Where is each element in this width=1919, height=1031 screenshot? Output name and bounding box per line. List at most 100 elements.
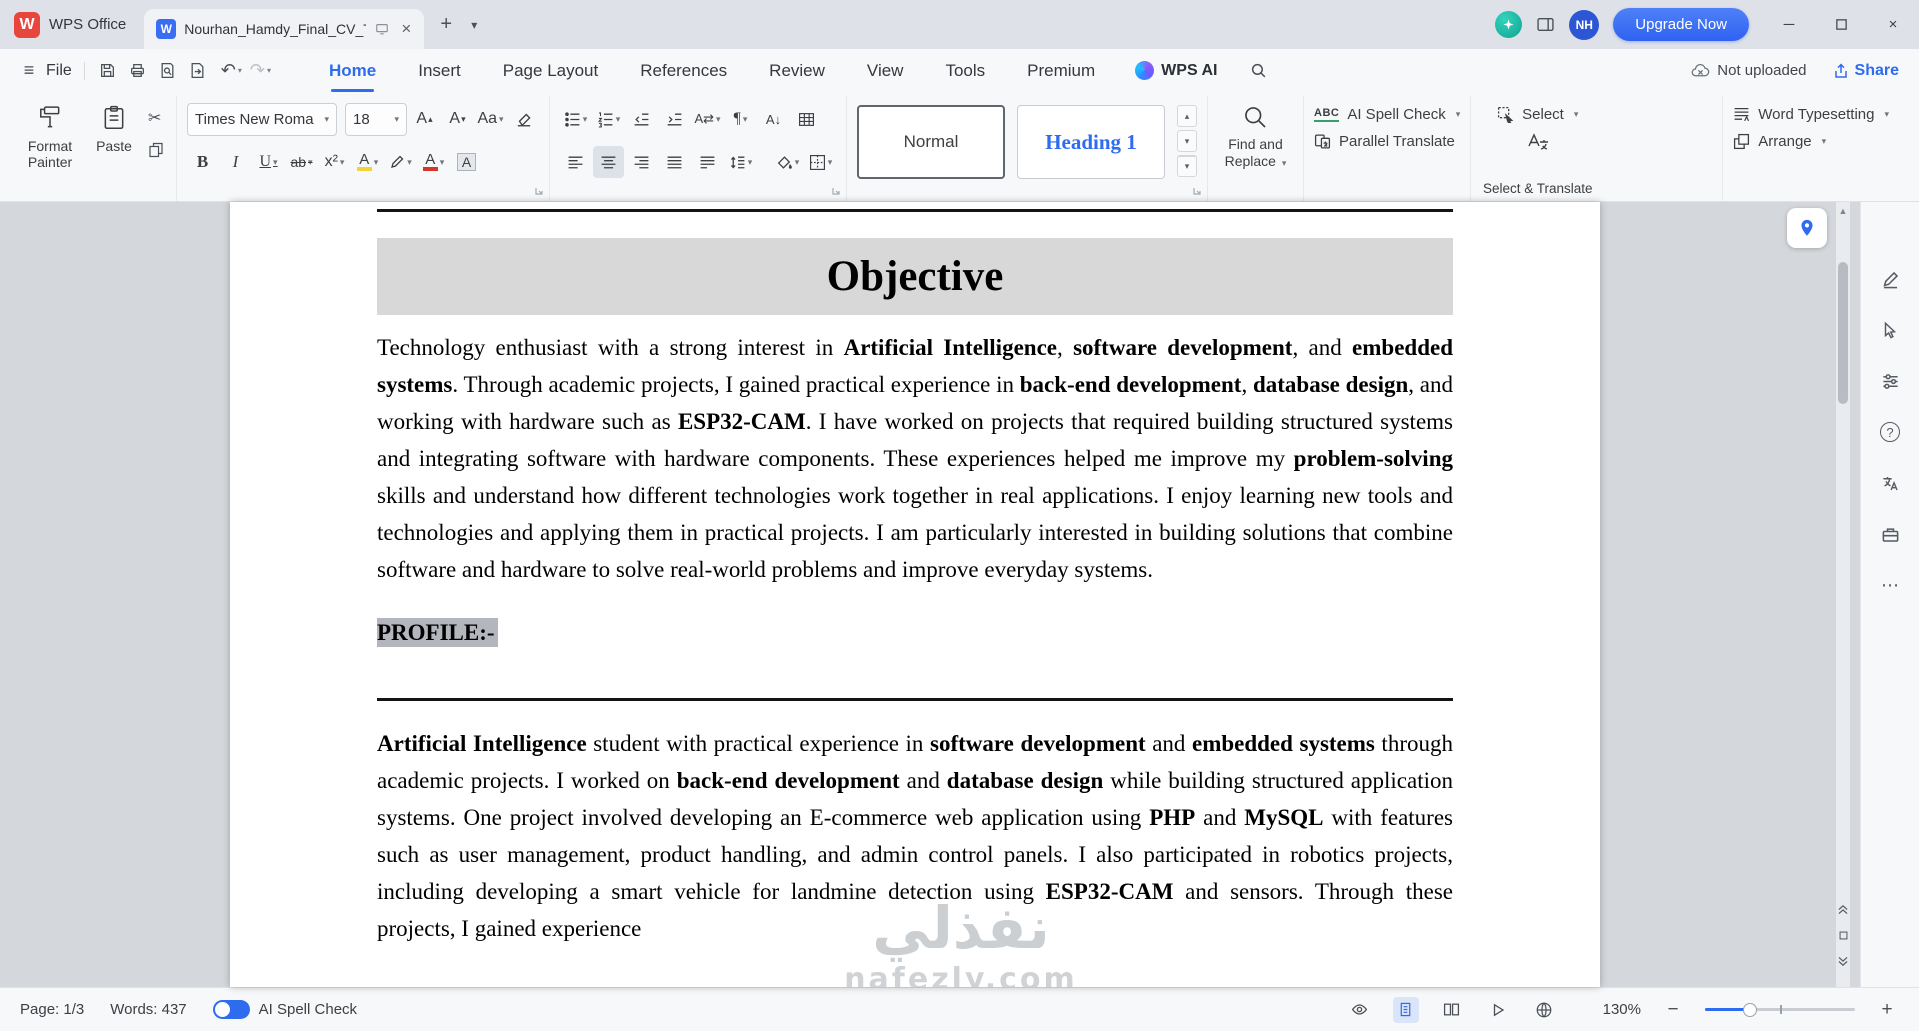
paste-button[interactable]: Paste (82, 96, 146, 201)
find-replace-group[interactable]: Find and Replace ▾ (1207, 96, 1303, 201)
select-translate-button[interactable] (1526, 132, 1550, 156)
align-right-icon[interactable] (626, 146, 657, 178)
superscript-icon[interactable]: x² ▾ (319, 146, 350, 178)
strikethrough-icon[interactable]: ab ▾ (286, 146, 317, 178)
decrease-indent-icon[interactable] (626, 103, 657, 135)
browse-object-button[interactable] (1833, 925, 1853, 945)
page-view-icon[interactable] (1392, 996, 1419, 1023)
settings-sliders-icon[interactable] (1879, 370, 1901, 392)
file-menu[interactable]: File (46, 62, 72, 80)
search-icon[interactable] (1243, 56, 1273, 86)
side-panels-icon[interactable] (1536, 16, 1555, 33)
italic-icon[interactable]: I (220, 146, 251, 178)
clear-formatting-icon[interactable] (508, 103, 539, 135)
font-size-combobox[interactable]: 18 ▾ (345, 102, 407, 136)
bold-icon[interactable]: B (187, 146, 218, 178)
font-dialog-launcher-icon[interactable] (534, 186, 544, 196)
navigation-pin-button[interactable] (1787, 208, 1827, 248)
undo-button[interactable]: ↶ ▾ (221, 60, 242, 81)
paragraph-dialog-launcher-icon[interactable] (831, 186, 841, 196)
format-painter-button[interactable]: Format Painter (18, 96, 82, 201)
word-typesetting-button[interactable]: Word Typesetting ▾ (1733, 106, 1889, 123)
select-cursor-icon[interactable] (1879, 319, 1901, 341)
ink-pen-icon[interactable]: ▾ (385, 146, 416, 178)
help-icon[interactable]: ? (1879, 421, 1901, 443)
print-icon[interactable] (123, 56, 153, 86)
styles-dialog-launcher-icon[interactable] (1192, 186, 1202, 196)
wps-brand-tab[interactable]: W WPS Office (0, 0, 144, 49)
next-page-button[interactable] (1833, 951, 1853, 971)
underline-icon[interactable]: U ▾ (253, 146, 284, 178)
copy-icon[interactable] (148, 142, 164, 158)
tab-tools[interactable]: Tools (945, 49, 985, 92)
font-color-icon[interactable]: A ▾ (418, 146, 449, 178)
upgrade-button[interactable]: Upgrade Now (1613, 8, 1749, 41)
profile-label[interactable]: PROFILE:- (377, 618, 1453, 647)
export-pdf-icon[interactable] (183, 56, 213, 86)
numbering-icon[interactable]: ▾ (593, 103, 624, 135)
ai-spell-check-toggle[interactable] (212, 1000, 250, 1019)
tab-page-layout[interactable]: Page Layout (503, 49, 598, 92)
document-page[interactable]: Objective Technology enthusiast with a s… (230, 202, 1600, 987)
page-indicator[interactable]: Page: 1/3 (20, 1001, 84, 1018)
previous-page-button[interactable] (1833, 899, 1853, 919)
main-menu-icon[interactable]: ≡ (14, 56, 44, 86)
align-center-icon[interactable] (593, 146, 624, 178)
avatar[interactable]: NH (1569, 9, 1600, 40)
paragraph-mark-icon[interactable]: ¶ ▾ (725, 103, 756, 135)
reading-eye-icon[interactable] (1347, 997, 1373, 1023)
parallel-translate-button[interactable]: Parallel Translate (1314, 133, 1460, 150)
ai-spell-check-button[interactable]: ABC AI Spell Check ▾ (1314, 106, 1460, 123)
wps-ai-button[interactable]: WPS AI (1135, 61, 1217, 80)
zoom-out-button[interactable]: − (1661, 999, 1685, 1021)
upload-status[interactable]: Not uploaded (1691, 62, 1807, 79)
more-options-icon[interactable]: ⋯ (1879, 574, 1901, 596)
vertical-scrollbar[interactable]: ▲ (1836, 202, 1850, 987)
justify-icon[interactable] (659, 146, 690, 178)
word-count[interactable]: Words: 437 (110, 1001, 186, 1018)
line-spacing-icon[interactable]: ▾ (725, 146, 756, 178)
bullets-icon[interactable]: ▾ (560, 103, 591, 135)
tab-close-icon[interactable]: × (398, 19, 414, 39)
cut-icon[interactable]: ✂ (148, 108, 164, 128)
distribute-icon[interactable] (692, 146, 723, 178)
decrease-font-icon[interactable]: A ▾ (442, 103, 473, 135)
print-preview-icon[interactable] (153, 56, 183, 86)
maximize-button[interactable] (1815, 0, 1867, 49)
tab-home[interactable]: Home (329, 49, 376, 92)
objective-heading[interactable]: Objective (377, 238, 1453, 315)
align-left-icon[interactable] (560, 146, 591, 178)
toolbox-icon[interactable] (1879, 523, 1901, 545)
autoplay-icon[interactable] (1485, 997, 1511, 1023)
ai-assistant-icon[interactable] (1495, 11, 1523, 38)
tab-insert[interactable]: Insert (418, 49, 461, 92)
objective-paragraph[interactable]: Technology enthusiast with a strong inte… (377, 329, 1453, 588)
increase-font-icon[interactable]: A ▴ (409, 103, 440, 135)
tab-references[interactable]: References (640, 49, 727, 92)
profile-paragraph[interactable]: Artificial Intelligence student with pra… (377, 725, 1453, 947)
highlight-icon[interactable]: A ▾ (352, 146, 383, 178)
shading-icon[interactable]: ▾ (772, 146, 803, 178)
zoom-percentage[interactable]: 130% (1603, 1001, 1641, 1018)
change-case-icon[interactable]: Aa ▾ (475, 103, 506, 135)
tab-premium[interactable]: Premium (1027, 49, 1095, 92)
multi-page-view-icon[interactable] (1439, 997, 1465, 1023)
character-shading-icon[interactable]: A (451, 146, 482, 178)
arrange-button[interactable]: Arrange ▾ (1733, 133, 1889, 150)
increase-indent-icon[interactable] (659, 103, 690, 135)
character-scale-icon[interactable]: A⇄ ▾ (692, 103, 723, 135)
save-icon[interactable] (93, 56, 123, 86)
sort-icon[interactable]: A↓ (758, 103, 789, 135)
style-gallery-up-icon[interactable]: ▴ (1177, 105, 1197, 127)
insert-table-grid-icon[interactable] (791, 103, 822, 135)
borders-icon[interactable]: ▾ (805, 146, 836, 178)
select-button[interactable]: Select ▾ (1497, 106, 1578, 123)
style-gallery-down-icon[interactable]: ▾ (1177, 130, 1197, 152)
redo-button[interactable]: ↷ ▾ (250, 60, 271, 81)
share-button[interactable]: Share (1833, 62, 1899, 80)
tab-view[interactable]: View (867, 49, 904, 92)
minimize-button[interactable]: ─ (1763, 0, 1815, 49)
zoom-in-button[interactable]: + (1875, 999, 1899, 1021)
annotate-pen-icon[interactable] (1879, 268, 1901, 290)
tab-list-chevron-icon[interactable]: ▾ (462, 9, 486, 41)
